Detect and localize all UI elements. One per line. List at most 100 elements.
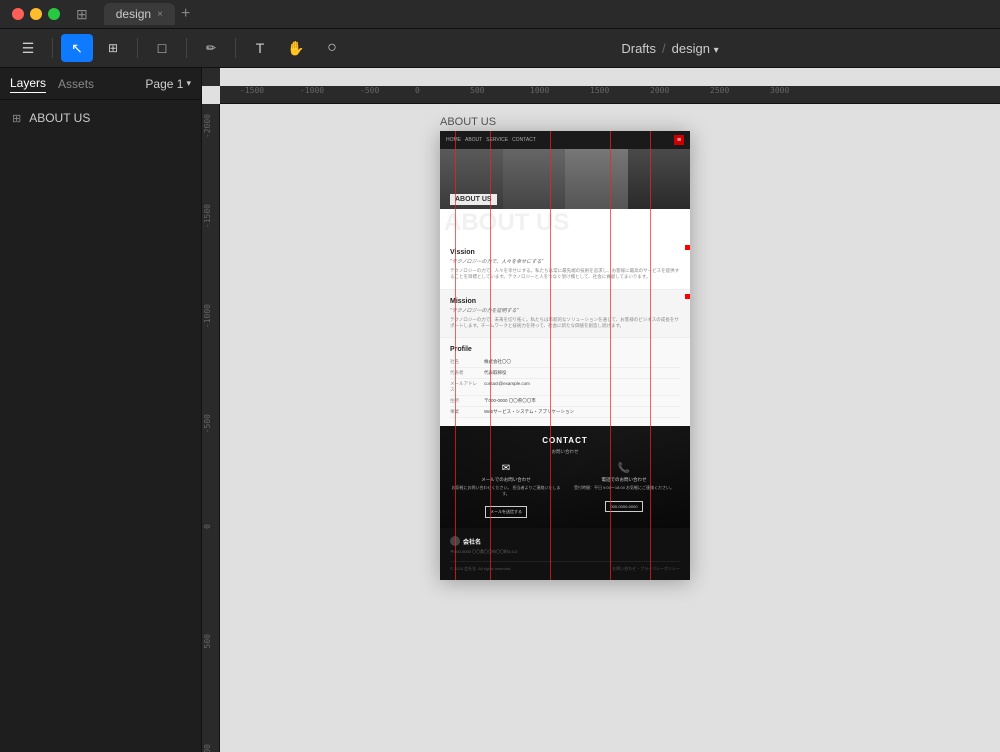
mission-body: テクノロジーの力で、未来を切り拓く。私たちは革新的なソリューションを通じて、お客…: [450, 317, 680, 330]
ruler-v-tick-5: 0: [203, 524, 212, 529]
active-tab[interactable]: design ×: [104, 3, 175, 25]
tab-close-icon[interactable]: ×: [157, 9, 163, 20]
contact-email-title: メールでのお問い合わせ: [450, 477, 562, 483]
footer-bottom: © 2024 会社名. All rights reserved. お問い合わせ・…: [450, 561, 680, 572]
profile-row-2: メールアドレス contact@example.com: [450, 379, 680, 396]
profile-row-0: 社名 株式会社〇〇: [450, 357, 680, 368]
hero-person-3: [565, 149, 628, 209]
new-tab-button[interactable]: +: [181, 6, 190, 22]
traffic-lights: [12, 8, 60, 20]
footer-logo-icon: [450, 536, 460, 546]
vision-red-accent: [685, 245, 690, 250]
footer-copyright: © 2024 会社名. All rights reserved.: [450, 566, 511, 572]
profile-section: Profile 社名 株式会社〇〇 代表者 代表取締役: [440, 338, 690, 426]
select-tool-button[interactable]: ↖: [61, 34, 93, 62]
fullscreen-button[interactable]: [48, 8, 60, 20]
footer-links: お問い合わせ・プライバシーポリシー: [612, 566, 680, 572]
canvas-area[interactable]: -1500 -1000 -500 0 500 1000 1500 2000 25…: [202, 68, 1000, 752]
profile-val-4: Webサービス・システム・アプリケーション: [484, 409, 680, 415]
ruler-v-tick-6: 500: [203, 634, 212, 648]
layer-icon: ⊞: [12, 112, 21, 125]
vision-title: Vission: [450, 249, 680, 256]
layers-panel: ⊞ ABOUT US: [0, 100, 201, 136]
profile-val-1: 代表取締役: [484, 370, 680, 376]
separator-4: [235, 38, 236, 58]
comment-tool-button[interactable]: ○: [316, 34, 348, 62]
profile-row-4: 事業 Webサービス・システム・アプリケーション: [450, 407, 680, 418]
ruler-v-tick-1: -2000: [203, 114, 212, 138]
vector-tool-button[interactable]: ✏: [195, 34, 227, 62]
nav-link-contact: CONTACT: [512, 137, 536, 143]
vector-tool-icon: ✏: [206, 41, 216, 55]
nav-red-button: ≡: [674, 135, 684, 145]
frame-tool-button[interactable]: ⊞: [97, 34, 129, 62]
profile-key-3: 住所: [450, 398, 480, 404]
mission-red-accent: [685, 294, 690, 299]
shape-tool-button[interactable]: □: [146, 34, 178, 62]
contact-section: CONTACT お問い合わせ ✉ メールでのお問い合わせ お気軽にお問い合わせく…: [440, 426, 690, 528]
contact-email-col: ✉ メールでのお問い合わせ お気軽にお問い合わせください。 担当者よりご連絡いた…: [450, 463, 562, 518]
nav-links: HOME ABOUT SERVICE CONTACT: [446, 137, 536, 143]
web-navbar: HOME ABOUT SERVICE CONTACT ≡: [440, 131, 690, 149]
layer-label: ABOUT US: [29, 111, 90, 125]
mission-subtitle: "テクノロジーの力を証明する": [450, 307, 680, 314]
tab-layers[interactable]: Layers: [10, 74, 46, 93]
shape-tool-icon: □: [158, 40, 166, 56]
contact-email-button[interactable]: メールを送信する: [485, 506, 527, 518]
ruler-v-tick-4: -500: [203, 414, 212, 433]
footer-address: 〒000-0000 〇〇県〇〇市〇〇町0-0-0: [450, 549, 680, 555]
mission-section: Mission "テクノロジーの力を証明する" テクノロジーの力で、未来を切り拓…: [440, 290, 690, 339]
contact-title: CONTACT: [450, 436, 680, 445]
profile-row-1: 代表者 代表取締役: [450, 368, 680, 379]
hero-person-2: [503, 149, 566, 209]
about-watermark-section: ABOUT US: [440, 209, 690, 241]
text-tool-icon: T: [256, 40, 265, 56]
vision-subtitle: "テクノロジーの力で、人々を幸せにする": [450, 258, 680, 265]
breadcrumb-separator: /: [662, 41, 666, 56]
contact-subtitle: お問い合わせ: [450, 449, 680, 455]
ruler-v-tick-7: 1000: [203, 744, 212, 752]
close-button[interactable]: [12, 8, 24, 20]
frame-label: ABOUT US: [440, 116, 690, 128]
contact-content: CONTACT お問い合わせ ✉ メールでのお問い合わせ お気軽にお問い合わせく…: [450, 436, 680, 518]
hero-title: ABOUT US: [450, 194, 497, 203]
text-tool-button[interactable]: T: [244, 34, 276, 62]
nav-link-home: HOME: [446, 137, 461, 143]
contact-phone-text: 受付時間：平日 9:00〜18:00 お気軽にご連絡ください。: [568, 485, 680, 491]
titlebar: ⊞ design × +: [0, 0, 1000, 28]
nav-link-about: ABOUT: [465, 137, 482, 143]
hero-title-text: ABOUT US: [450, 194, 497, 205]
tab-assets[interactable]: Assets: [58, 75, 94, 93]
web-footer: 会社名 〒000-0000 〇〇県〇〇市〇〇町0-0-0 © 2024 会社名.…: [440, 528, 690, 580]
layer-item-about-us[interactable]: ⊞ ABOUT US: [0, 106, 201, 130]
watermark-text: ABOUT US: [444, 211, 569, 235]
minimize-button[interactable]: [30, 8, 42, 20]
phone-icon: 📞: [568, 463, 680, 474]
contact-email-text: お気軽にお問い合わせください。 担当者よりご連絡いたします。: [450, 485, 562, 496]
separator-2: [137, 38, 138, 58]
breadcrumb-drafts[interactable]: Drafts: [621, 41, 656, 56]
footer-logo-text: 会社名: [463, 537, 481, 546]
main-layout: Layers Assets Page 1 ▾ ⊞ ABOUT US -1500 …: [0, 68, 1000, 752]
profile-val-0: 株式会社〇〇: [484, 359, 680, 365]
tab-label: design: [116, 7, 151, 21]
menu-button[interactable]: ☰: [12, 34, 44, 62]
profile-key-2: メールアドレス: [450, 381, 480, 393]
contact-phone-button[interactable]: 000-0000-0000: [605, 501, 642, 512]
hand-tool-button[interactable]: ✋: [280, 34, 312, 62]
mission-title: Mission: [450, 298, 680, 305]
canvas-content[interactable]: ABOUT US HOME ABOUT: [220, 86, 1000, 752]
contact-phone-title: 電話でのお問い合わせ: [568, 477, 680, 483]
comment-tool-icon: ○: [327, 39, 337, 57]
page-selector[interactable]: Page 1 ▾: [145, 77, 191, 91]
tab-area: design × +: [104, 3, 191, 25]
select-tool-icon: ↖: [71, 40, 83, 57]
nav-link-service: SERVICE: [486, 137, 508, 143]
contact-columns: ✉ メールでのお問い合わせ お気軽にお問い合わせください。 担当者よりご連絡いた…: [450, 463, 680, 518]
contact-phone-col: 📞 電話でのお問い合わせ 受付時間：平日 9:00〜18:00 お気軽にご連絡く…: [568, 463, 680, 518]
breadcrumb-file[interactable]: design ▾: [672, 41, 719, 56]
profile-key-4: 事業: [450, 409, 480, 415]
profile-val-3: 〒000-0000 〇〇県〇〇市: [484, 398, 680, 404]
design-frame[interactable]: ABOUT US HOME ABOUT: [440, 116, 690, 580]
toolbar: ☰ ↖ ⊞ □ ✏ T ✋ ○ Drafts / design ▾: [0, 28, 1000, 68]
